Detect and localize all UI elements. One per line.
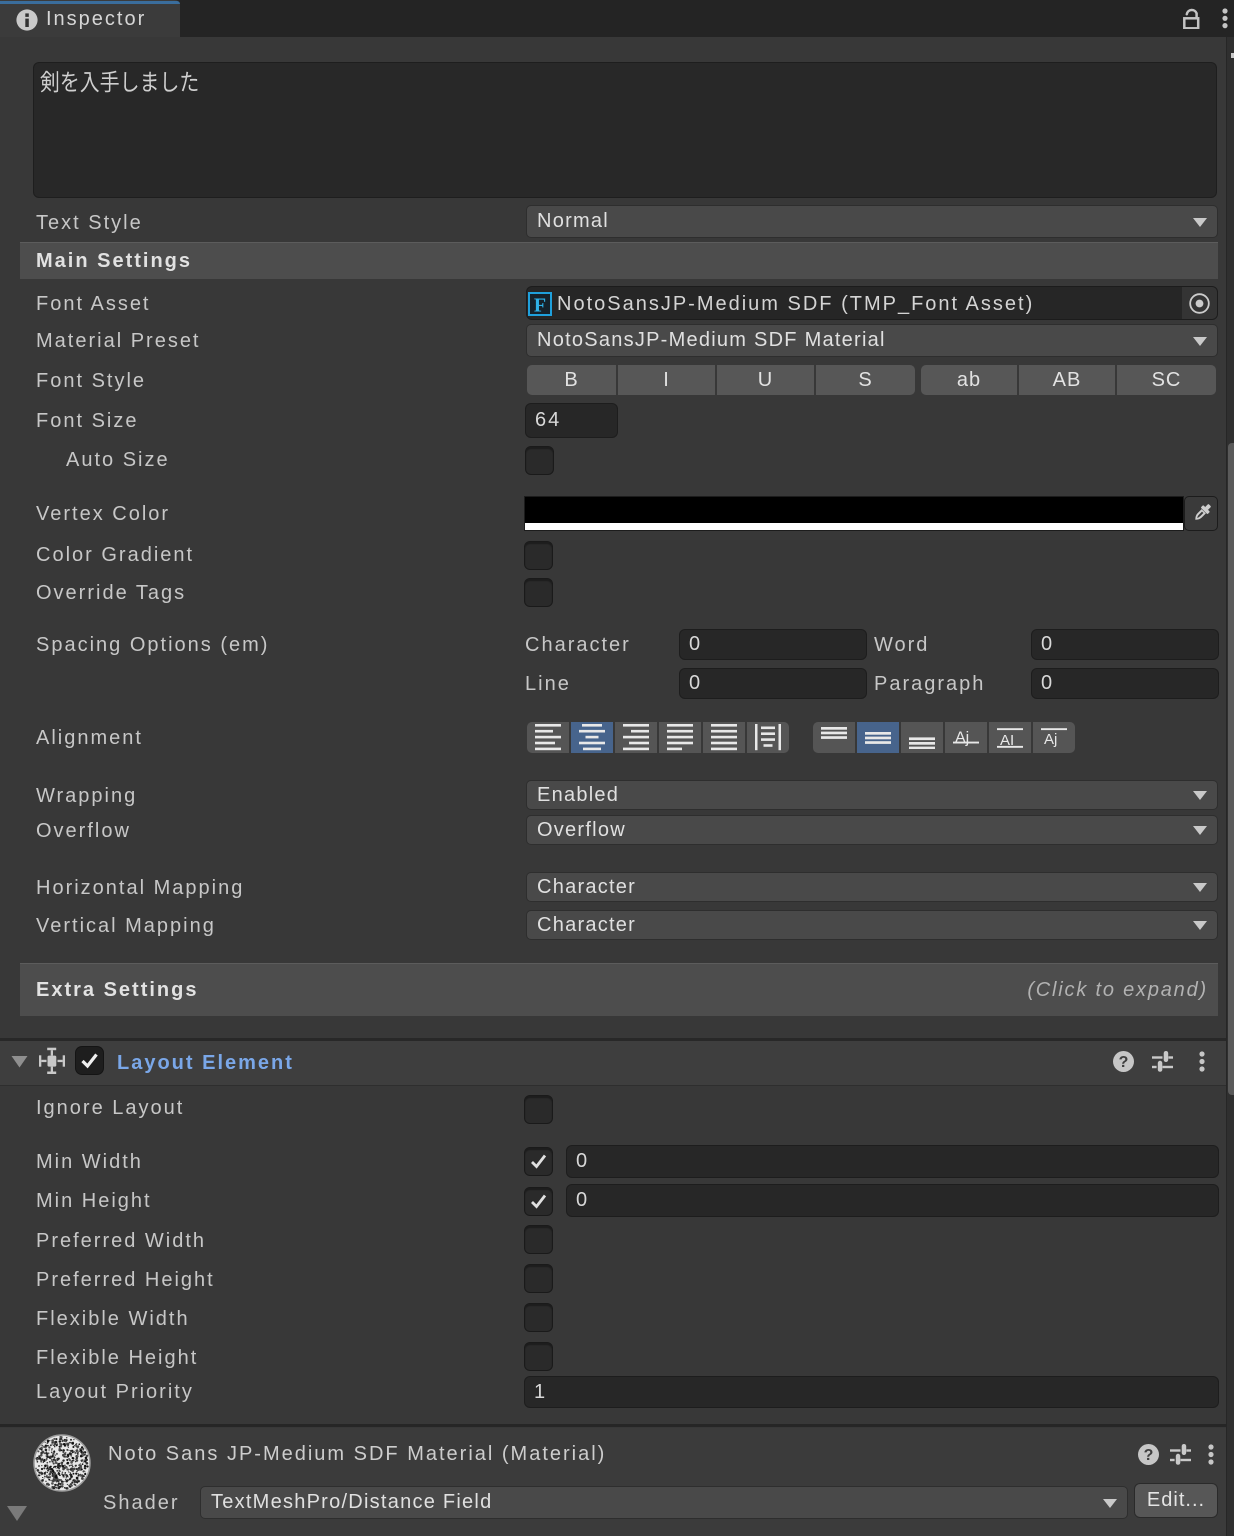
svg-text:Aj: Aj (1044, 731, 1057, 748)
svg-text:?: ? (1144, 1447, 1154, 1464)
svg-text:?: ? (1119, 1054, 1129, 1071)
svg-text:F: F (534, 295, 546, 317)
svg-text:AI: AI (1000, 732, 1014, 749)
svg-text:Aj: Aj (955, 729, 969, 746)
